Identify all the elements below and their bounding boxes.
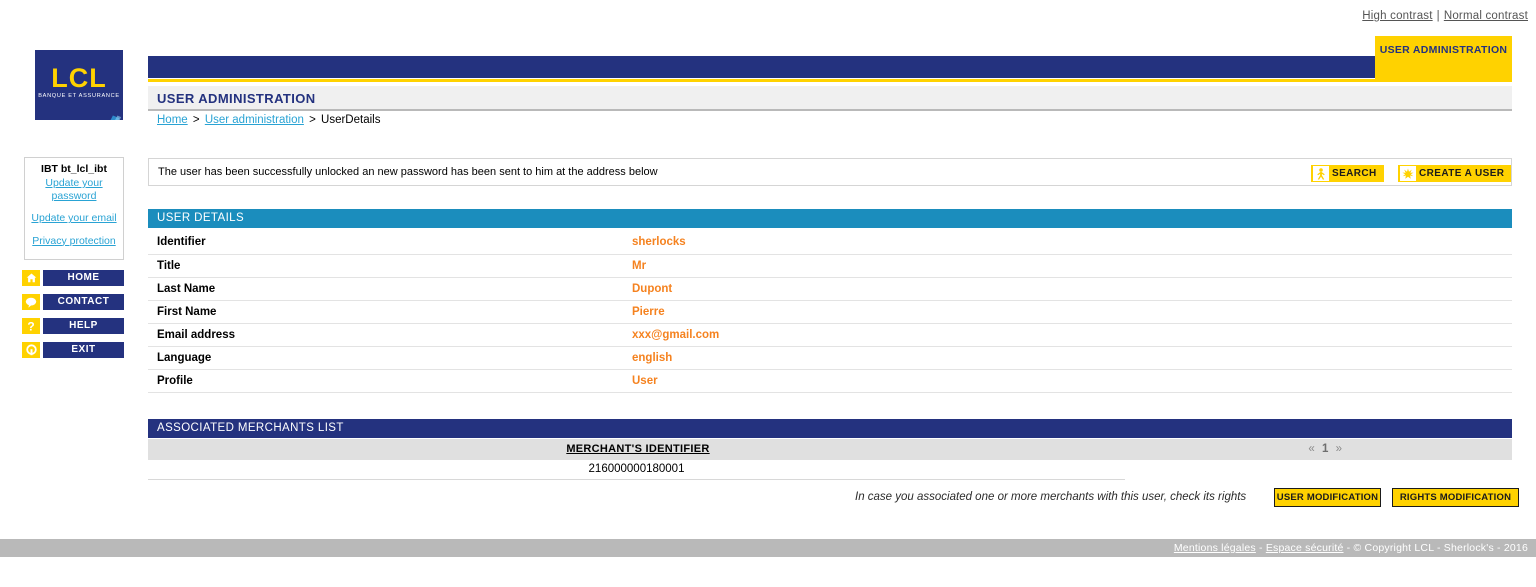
user-details-section-header: USER DETAILS — [148, 209, 1512, 228]
status-message-text: The user has been successfully unlocked … — [158, 166, 658, 178]
table-row: Language english — [148, 346, 1512, 370]
header-tab-user-administration[interactable]: USER ADMINISTRATION — [1375, 36, 1512, 82]
merchants-section-header: ASSOCIATED MERCHANTS LIST — [148, 419, 1512, 438]
breadcrumb-user-administration-link[interactable]: User administration — [205, 114, 304, 126]
power-exit-icon — [22, 342, 40, 358]
breadcrumb-home-link[interactable]: Home — [157, 114, 188, 126]
sidebar-item-help[interactable]: ? HELP — [22, 318, 124, 334]
page-root: High contrast | Normal contrast LCL BANQUE… — [0, 0, 1536, 587]
table-row: Email address xxx@gmail.com — [148, 323, 1512, 347]
breadcrumb-current: UserDetails — [321, 114, 381, 126]
rights-modification-button[interactable]: RIGHTS MODIFICATION — [1392, 488, 1519, 507]
table-row: First Name Pierre — [148, 300, 1512, 324]
breadcrumb-separator-1: > — [192, 114, 200, 126]
sidebar-nav: HOME CONTACT ? HELP EXIT — [22, 270, 124, 366]
detail-value-identifier: sherlocks — [632, 231, 1512, 255]
breadcrumb: Home > User administration > UserDetails — [157, 114, 380, 126]
sparkle-icon — [1400, 166, 1416, 181]
detail-label-last-name: Last Name — [148, 277, 632, 301]
detail-value-email-address: xxx@gmail.com — [632, 323, 1512, 347]
merchant-identifier-value: 216000000180001 — [588, 463, 685, 475]
contrast-separator: | — [1436, 10, 1440, 22]
speech-bubble-icon — [22, 294, 40, 310]
search-button[interactable]: SEARCH — [1311, 165, 1384, 182]
security-space-link[interactable]: Espace sécurité — [1266, 542, 1344, 554]
header-banner — [148, 56, 1375, 78]
question-mark-icon: ? — [22, 318, 40, 334]
pagination-prev[interactable]: « — [1308, 443, 1316, 455]
footer-bar: Mentions légales - Espace sécurité - © C… — [0, 539, 1536, 557]
user-modification-button[interactable]: USER MODIFICATION — [1274, 488, 1381, 507]
merchants-section-title: ASSOCIATED MERCHANTS LIST — [157, 422, 344, 434]
high-contrast-link[interactable]: High contrast — [1362, 10, 1432, 22]
merchants-table-header: MERCHANT'S IDENTIFIER « 1 » — [148, 439, 1512, 460]
pagination: « 1 » — [1308, 443, 1344, 455]
footer-dash-2: - — [1346, 542, 1351, 554]
pagination-page-1[interactable]: 1 — [1322, 443, 1330, 455]
detail-value-profile: User — [632, 369, 1512, 393]
table-row: Profile User — [148, 369, 1512, 393]
pagination-next[interactable]: » — [1336, 443, 1344, 455]
table-row: Title Mr — [148, 254, 1512, 278]
sidebar-item-exit-label: EXIT — [43, 342, 124, 358]
detail-label-title: Title — [148, 254, 632, 278]
merchants-column-header-identifier[interactable]: MERCHANT'S IDENTIFIER — [148, 443, 1128, 455]
create-a-user-button[interactable]: CREATE A USER — [1398, 165, 1512, 182]
page-title: USER ADMINISTRATION — [157, 91, 316, 106]
status-message-box: The user has been successfully unlocked … — [148, 158, 1512, 186]
detail-label-email-address: Email address — [148, 323, 632, 347]
svg-text:?: ? — [27, 320, 34, 332]
table-row[interactable]: 216000000180001 — [148, 460, 1125, 480]
update-email-link[interactable]: Update your email — [25, 212, 123, 225]
sidebar-item-home-label: HOME — [43, 270, 124, 286]
breadcrumb-separator-2: > — [309, 114, 316, 126]
footer-dash-1: - — [1258, 542, 1263, 554]
account-box-spacer-2 — [25, 226, 123, 235]
table-row: Identifier sherlocks — [148, 231, 1512, 255]
create-a-user-button-label: CREATE A USER — [1419, 168, 1505, 179]
header-tab-label: USER ADMINISTRATION — [1379, 44, 1508, 56]
sidebar-item-help-label: HELP — [43, 318, 124, 334]
detail-value-language: english — [632, 346, 1512, 370]
detail-value-title: Mr — [632, 254, 1512, 278]
sidebar-item-exit[interactable]: EXIT — [22, 342, 124, 358]
sidebar-item-home[interactable]: HOME — [22, 270, 124, 286]
home-icon — [22, 270, 40, 286]
detail-value-first-name: Pierre — [632, 300, 1512, 324]
detail-value-last-name: Dupont — [632, 277, 1512, 301]
logo-text: LCL — [51, 63, 107, 93]
account-box-spacer — [25, 203, 123, 212]
detail-label-language: Language — [148, 346, 632, 370]
sidebar-item-contact[interactable]: CONTACT — [22, 294, 124, 310]
lcl-logo[interactable]: LCL BANQUE ET ASSURANCE — [35, 50, 123, 120]
contrast-switcher: High contrast | Normal contrast — [1362, 10, 1528, 22]
logo-tagline: BANQUE ET ASSURANCE — [38, 93, 120, 99]
privacy-protection-link[interactable]: Privacy protection — [25, 235, 123, 248]
normal-contrast-link[interactable]: Normal contrast — [1444, 10, 1528, 22]
account-box: IBT bt_lcl_ibt Update your password Upda… — [24, 157, 124, 260]
page-title-bar: USER ADMINISTRATION — [148, 86, 1512, 111]
detail-label-profile: Profile — [148, 369, 632, 393]
copyright-text: © Copyright LCL - Sherlock's - 2016 — [1353, 542, 1528, 554]
sidebar-item-contact-label: CONTACT — [43, 294, 124, 310]
legal-notice-link[interactable]: Mentions légales — [1174, 542, 1256, 554]
user-details-section-title: USER DETAILS — [157, 212, 245, 224]
rights-note: In case you associated one or more merch… — [855, 491, 1247, 503]
detail-label-first-name: First Name — [148, 300, 632, 324]
detail-label-identifier: Identifier — [148, 231, 632, 255]
footer-links: Mentions légales - Espace sécurité - © C… — [1174, 542, 1528, 554]
table-row: Last Name Dupont — [148, 277, 1512, 301]
search-button-label: SEARCH — [1332, 168, 1377, 179]
user-details-table: Identifier sherlocks Title Mr Last Name … — [148, 231, 1512, 393]
header-accent-strip — [148, 79, 1512, 82]
account-identity: IBT bt_lcl_ibt — [41, 163, 107, 175]
update-password-link[interactable]: Update your password — [25, 177, 123, 203]
person-icon — [1313, 166, 1329, 181]
